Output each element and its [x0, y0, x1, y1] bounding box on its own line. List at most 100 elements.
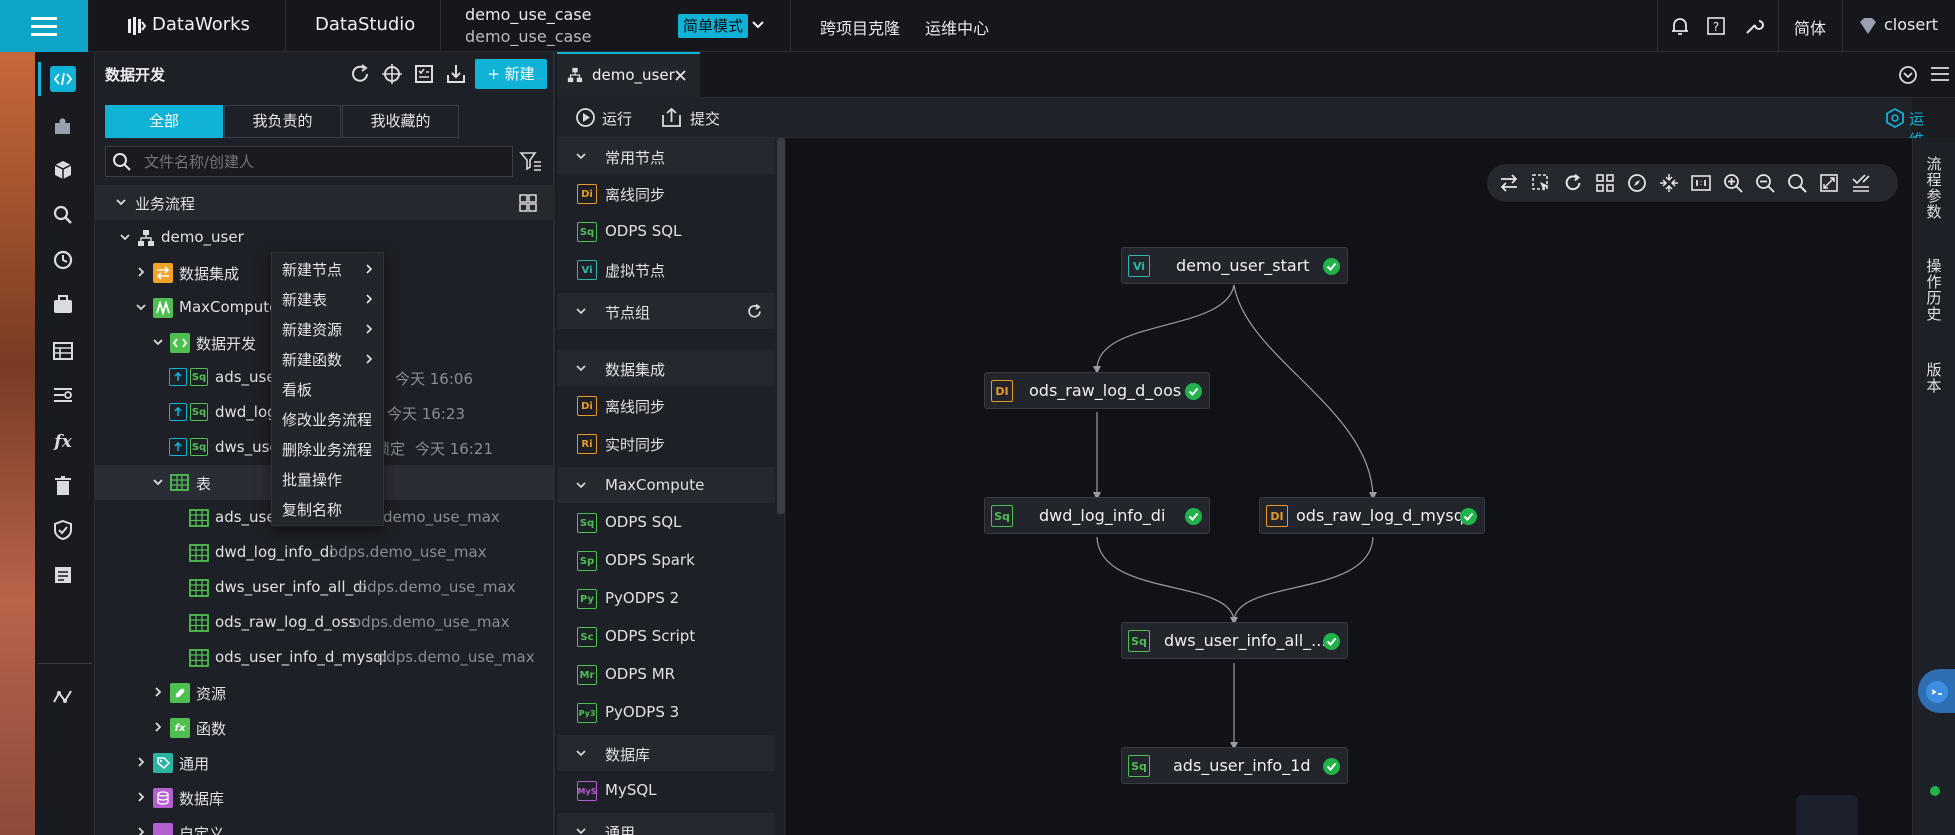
menu-item-new-resource[interactable]: 新建资源	[282, 319, 342, 340]
bell-icon[interactable]	[1670, 16, 1690, 36]
trash-icon[interactable]	[50, 473, 76, 499]
search-input[interactable]	[144, 151, 484, 173]
select-box-icon[interactable]	[1531, 173, 1551, 193]
compass-icon[interactable]	[1627, 173, 1647, 193]
filter-tab-favorites[interactable]: 我收藏的	[342, 105, 459, 138]
brand-name[interactable]: DataWorks	[152, 14, 250, 35]
table-icon[interactable]	[50, 338, 76, 364]
section-business-flow[interactable]: 业务流程	[95, 185, 555, 220]
palette-group-common[interactable]: 常用节点	[557, 138, 775, 174]
filter-tab-all[interactable]: 全部	[105, 105, 223, 138]
grid-view-icon[interactable]	[519, 194, 537, 212]
palette-item[interactable]: ODPS SQL	[605, 222, 681, 240]
palette-item[interactable]: MySQL	[605, 781, 657, 799]
menu-item-new-node[interactable]: 新建节点	[282, 259, 342, 280]
help-icon[interactable]: ?	[1706, 16, 1726, 36]
palette-item[interactable]: PyODPS 2	[605, 589, 679, 607]
refresh-icon[interactable]	[1563, 173, 1583, 193]
palette-group-maxcompute[interactable]: MaxCompute	[557, 467, 775, 503]
palette-item[interactable]: PyODPS 3	[605, 703, 679, 721]
center-icon[interactable]	[1659, 173, 1679, 193]
studio-name[interactable]: DataStudio	[315, 14, 415, 35]
palette-item[interactable]: 实时同步	[605, 434, 665, 455]
wrench-icon[interactable]	[1744, 16, 1764, 36]
menu-item-batch[interactable]: 批量操作	[282, 469, 342, 490]
tree-item-table[interactable]: ods_user_info_d_mysql odps.demo_use_max	[95, 640, 555, 675]
import-icon[interactable]	[445, 63, 467, 85]
refresh-icon[interactable]	[746, 303, 763, 320]
dag-node-dwd[interactable]: Sq dwd_log_info_di	[984, 497, 1210, 534]
code-icon[interactable]	[50, 66, 76, 92]
run-icon[interactable]	[575, 107, 596, 128]
tree-item-table[interactable]: dws_user_info_all_di odps.demo_use_max	[95, 570, 555, 605]
dag-node-ods-oos[interactable]: DI ods_raw_log_d_oos	[984, 372, 1210, 409]
minimap[interactable]	[1796, 795, 1858, 835]
cross-project-clone-link[interactable]: 跨项目克隆	[820, 15, 900, 39]
palette-group-node-group[interactable]: 节点组	[557, 293, 775, 329]
locate-icon[interactable]	[381, 63, 403, 85]
close-icon[interactable]	[675, 70, 686, 81]
new-button[interactable]: + 新建	[475, 59, 547, 89]
tree-node-functions[interactable]: fx 函数	[95, 710, 555, 745]
tree-node-database[interactable]: 数据库	[95, 780, 555, 815]
palette-scrollbar[interactable]	[777, 138, 785, 514]
username[interactable]: closert	[1884, 15, 1938, 34]
edit-check-icon[interactable]	[1851, 173, 1871, 193]
layout-grid-icon[interactable]	[1595, 173, 1615, 193]
notes-icon[interactable]	[50, 562, 76, 588]
menu-item-dashboard[interactable]: 看板	[282, 379, 312, 400]
graph-icon[interactable]	[50, 684, 76, 710]
dag-node-dws[interactable]: Sq dws_user_info_all_...	[1121, 622, 1348, 659]
menu-item-delete-flow[interactable]: 删除业务流程	[282, 439, 372, 460]
palette-item[interactable]: ODPS MR	[605, 665, 675, 683]
search-box[interactable]	[105, 146, 513, 177]
ops-icon[interactable]	[1886, 108, 1904, 128]
user-avatar-icon[interactable]	[1858, 17, 1878, 35]
palette-group-general[interactable]: 通用	[557, 813, 775, 835]
tree-node-custom[interactable]: 自定义	[95, 815, 555, 835]
version-tab[interactable]: 版本	[1925, 362, 1943, 394]
palette-group-database[interactable]: 数据库	[557, 735, 775, 771]
menu-item-edit-flow[interactable]: 修改业务流程	[282, 409, 372, 430]
tree-item-table[interactable]: dwd_log_info_di odps.demo_use_max	[95, 535, 555, 570]
palette-item[interactable]: 离线同步	[605, 184, 665, 205]
puzzle-icon[interactable]	[50, 113, 76, 139]
palette-item[interactable]: ODPS Spark	[605, 551, 695, 569]
assistant-bubble[interactable]	[1918, 669, 1955, 713]
flow-params-tab[interactable]: 流程参数	[1925, 156, 1943, 220]
swap-icon[interactable]	[1499, 173, 1519, 193]
fullscreen-icon[interactable]	[1819, 173, 1839, 193]
filter-icon[interactable]	[519, 149, 543, 173]
function-icon[interactable]: fx	[50, 428, 76, 454]
palette-item[interactable]: 虚拟节点	[605, 260, 665, 281]
tab-demo-user[interactable]: demo_user	[557, 52, 700, 98]
cube-icon[interactable]	[50, 157, 76, 183]
menu-icon[interactable]	[1930, 65, 1950, 83]
clock-icon[interactable]	[50, 247, 76, 273]
dag-node-ads[interactable]: Sq ads_user_info_1d	[1121, 747, 1348, 784]
chevron-down-circle-icon[interactable]	[1897, 64, 1919, 86]
run-button[interactable]: 运行	[602, 108, 632, 129]
menu-item-new-table[interactable]: 新建表	[282, 289, 327, 310]
submit-icon[interactable]	[661, 107, 682, 128]
dag-node-start[interactable]: Vi demo_user_start	[1121, 247, 1348, 284]
tree-node-general[interactable]: 通用	[95, 745, 555, 780]
palette-group-integration[interactable]: 数据集成	[557, 350, 775, 386]
filter-tab-mine[interactable]: 我负责的	[224, 105, 341, 138]
search-icon[interactable]	[1787, 173, 1807, 193]
language-switch[interactable]: 简体	[1794, 15, 1826, 39]
briefcase-icon[interactable]	[50, 292, 76, 318]
op-history-tab[interactable]: 操作历史	[1925, 258, 1943, 322]
list-settings-icon[interactable]	[50, 382, 76, 408]
shield-icon[interactable]	[50, 517, 76, 543]
checklist-icon[interactable]	[413, 63, 435, 85]
palette-item[interactable]: ODPS SQL	[605, 513, 681, 531]
actual-size-icon[interactable]	[1691, 173, 1711, 193]
palette-item[interactable]: 离线同步	[605, 396, 665, 417]
mode-badge[interactable]: 简单模式	[678, 14, 749, 38]
ops-center-link[interactable]: 运维中心	[925, 15, 989, 39]
menu-item-new-function[interactable]: 新建函数	[282, 349, 342, 370]
zoom-in-icon[interactable]	[1723, 173, 1743, 193]
menu-button[interactable]	[0, 0, 88, 52]
tree-node-resources[interactable]: 资源	[95, 675, 555, 710]
